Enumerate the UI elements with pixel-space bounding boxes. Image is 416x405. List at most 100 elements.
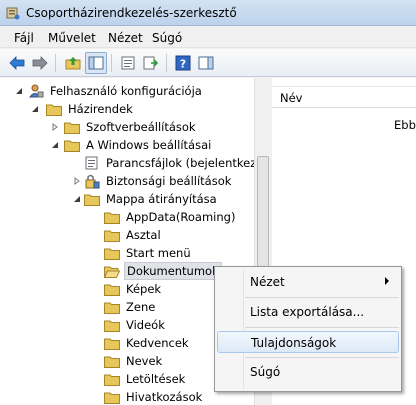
back-arrow-icon (9, 56, 25, 70)
export-list-button[interactable] (140, 52, 162, 74)
tree-item-label: Képek (126, 282, 162, 296)
menu-bar: Fájl Művelet Nézet Súgó (0, 27, 416, 48)
submenu-arrow-icon (385, 277, 389, 285)
help-button[interactable]: ? (172, 52, 194, 74)
tree-item-label: Mappa átirányítása (106, 192, 217, 206)
menu-item-label: Nézet (250, 275, 285, 289)
tree-item-scripts[interactable]: Parancsfájlok (bejelentkezés (84, 154, 269, 172)
tree-item-contacts[interactable]: Nevek (104, 352, 164, 370)
tree-item-appdata[interactable]: AppData(Roaming) (104, 208, 237, 226)
tree-item-label: A Windows beállításai (86, 138, 212, 152)
tree-item-label: Biztonsági beállítások (106, 174, 232, 188)
tree-item-label: Zene (126, 300, 156, 314)
context-menu-view[interactable]: Nézet (217, 271, 399, 293)
folder-icon (64, 122, 80, 134)
menu-item-label: Súgó (250, 365, 281, 379)
toolbar-separator (166, 54, 167, 72)
column-header-name[interactable]: Név (272, 86, 416, 108)
context-menu-properties[interactable]: Tulajdonságok (217, 331, 399, 353)
menu-item-label: Lista exportálása... (250, 305, 365, 319)
show-tree-button[interactable] (85, 52, 107, 74)
folder-icon (104, 392, 120, 404)
menu-help[interactable]: Súgó (152, 31, 182, 45)
list-message: Ebb (394, 118, 416, 132)
open-folder-icon (104, 266, 120, 278)
folder-icon (104, 302, 120, 314)
tree-item-music[interactable]: Zene (104, 298, 157, 316)
title-bar: Csoportházirendkezelés-szerkesztő (0, 0, 416, 26)
tree-item-label: Start menü (126, 246, 191, 260)
menu-action[interactable]: Művelet (48, 31, 96, 45)
help-icon: ? (175, 55, 191, 71)
folder-icon (104, 338, 120, 350)
tree-item-user-config[interactable]: Felhasználó konfigurációja (28, 82, 204, 100)
tree-item-label: Felhasználó konfigurációja (50, 84, 202, 98)
back-button[interactable] (6, 52, 28, 74)
context-menu-help[interactable]: Súgó (217, 361, 399, 383)
menu-file[interactable]: Fájl (14, 31, 34, 45)
folder-icon (84, 194, 100, 206)
expand-toggle[interactable] (72, 176, 82, 186)
up-folder-icon (65, 57, 81, 70)
menu-separator (245, 327, 399, 328)
tree-item-label: Letöltések (126, 372, 186, 386)
tree-item-downloads[interactable]: Letöltések (104, 370, 187, 388)
expanded-arrow-icon (32, 106, 38, 112)
context-menu: Nézet Lista exportálása... Tulajdonságok… (214, 266, 402, 392)
expand-toggle[interactable] (50, 122, 60, 132)
folder-icon (104, 248, 120, 260)
tree-item-videos[interactable]: Videók (104, 316, 167, 334)
tree-item-windows-settings[interactable]: A Windows beállításai (64, 136, 213, 154)
tree-item-folder-redirection[interactable]: Mappa átirányítása (84, 190, 219, 208)
collapse-toggle[interactable] (14, 86, 24, 96)
menu-item-label: Tulajdonságok (251, 336, 337, 350)
show-pane-icon (198, 56, 214, 70)
tree-item-links[interactable]: Hivatkozások (104, 388, 204, 405)
menu-separator (245, 297, 399, 298)
toolbar-separator (111, 54, 112, 72)
tree-item-label: Szoftverbeállítások (86, 120, 196, 134)
folder-icon (104, 212, 120, 224)
collapsed-arrow-icon (52, 123, 58, 131)
collapse-toggle[interactable] (72, 194, 82, 204)
menu-separator (245, 357, 399, 358)
tree-item-security-settings[interactable]: Biztonsági beállítások (84, 172, 233, 190)
tree-item-label: Házirendek (68, 102, 133, 116)
forward-button[interactable] (29, 52, 51, 74)
column-header-label: Név (280, 91, 303, 105)
show-tree-icon (88, 56, 104, 70)
tree-item-label: Hivatkozások (126, 390, 203, 404)
folder-icon (104, 374, 120, 386)
folder-icon (104, 356, 120, 368)
folder-icon (64, 140, 80, 152)
properties-icon (121, 56, 135, 70)
forward-arrow-icon (32, 56, 48, 70)
collapse-toggle[interactable] (30, 104, 40, 114)
group-policy-icon (6, 7, 20, 20)
tree-item-label: AppData(Roaming) (126, 210, 236, 224)
tree-item-desktop[interactable]: Asztal (104, 226, 163, 244)
tree-item-policies[interactable]: Házirendek (46, 100, 135, 118)
properties-button[interactable] (117, 52, 139, 74)
tree-item-label: Nevek (126, 354, 163, 368)
menu-view[interactable]: Nézet (108, 31, 143, 45)
tree-item-start-menu[interactable]: Start menü (104, 244, 193, 262)
tree-item-software-settings[interactable]: Szoftverbeállítások (64, 118, 198, 136)
context-menu-export-list[interactable]: Lista exportálása... (217, 301, 399, 323)
window-title: Csoportházirendkezelés-szerkesztő (26, 6, 237, 20)
scripts-icon (85, 156, 98, 170)
tree-item-pictures[interactable]: Képek (104, 280, 163, 298)
toolbar-separator (55, 54, 56, 72)
tree-item-label: Dokumentumok (124, 262, 222, 280)
tree-item-label: Kedvencek (126, 336, 189, 350)
export-list-icon (143, 56, 159, 70)
security-settings-icon (85, 174, 100, 189)
folder-icon (104, 284, 120, 296)
collapse-toggle[interactable] (50, 140, 60, 150)
up-button[interactable] (62, 52, 84, 74)
tree-item-documents[interactable]: Dokumentumok (104, 262, 222, 280)
show-pane-button[interactable] (195, 52, 217, 74)
tree-item-favorites[interactable]: Kedvencek (104, 334, 191, 352)
svg-text:?: ? (180, 58, 186, 71)
toolbar: ? (0, 49, 416, 77)
